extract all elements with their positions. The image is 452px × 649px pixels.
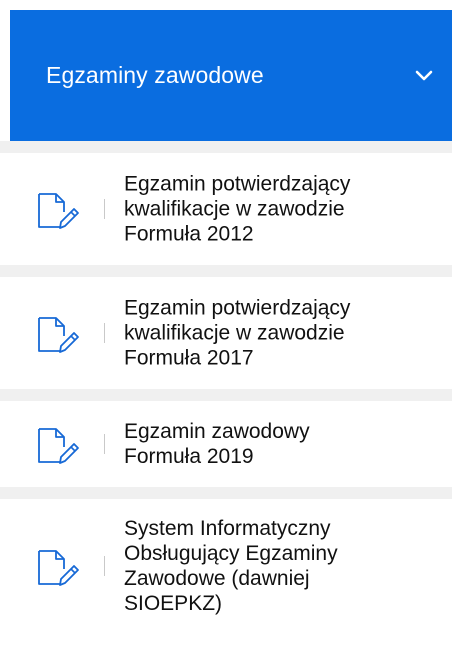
list-item-exam-2017[interactable]: Egzamin potwierdzający kwalifikacje w za… [0, 277, 452, 389]
menu-list: Egzamin potwierdzający kwalifikacje w za… [0, 141, 452, 633]
document-edit-icon [34, 186, 80, 232]
menu-header-title: Egzaminy zawodowe [46, 62, 264, 88]
separator [0, 141, 452, 153]
list-item-exam-2012[interactable]: Egzamin potwierdzający kwalifikacje w za… [0, 153, 452, 265]
menu-header-toggle[interactable]: Egzaminy zawodowe [10, 10, 452, 141]
list-item-system-sioepkz[interactable]: System Informatyczny Obsługujący Egzamin… [0, 499, 452, 633]
divider [104, 199, 105, 219]
divider [104, 434, 105, 454]
separator [0, 487, 452, 499]
document-edit-icon [34, 543, 80, 589]
chevron-down-icon[interactable] [412, 64, 436, 88]
divider [104, 556, 105, 576]
separator [0, 265, 452, 277]
divider [104, 323, 105, 343]
list-item-label: Egzamin potwierdzający kwalifikacje w za… [124, 172, 351, 246]
list-item-label: Egzamin zawodowy Formuła 2019 [124, 420, 310, 468]
list-item-label: Egzamin potwierdzający kwalifikacje w za… [124, 296, 351, 370]
list-item-label: System Informatyczny Obsługujący Egzamin… [124, 517, 338, 615]
document-edit-icon [34, 310, 80, 356]
document-edit-icon [34, 421, 80, 467]
separator [0, 389, 452, 401]
list-item-exam-2019[interactable]: Egzamin zawodowy Formuła 2019 [0, 401, 452, 487]
exam-menu-panel: Egzaminy zawodowe Egzamin potwierdzający… [0, 0, 452, 649]
